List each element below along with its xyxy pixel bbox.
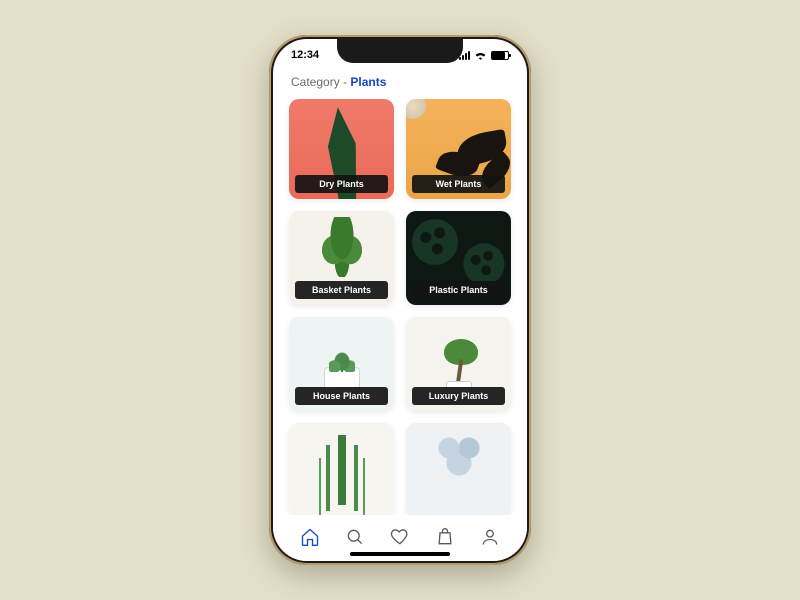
card-wet-plants[interactable]: Wet Plants: [406, 99, 511, 199]
tab-bag[interactable]: [434, 526, 456, 548]
card-house-plants[interactable]: House Plants: [289, 317, 394, 411]
tab-profile[interactable]: [479, 526, 501, 548]
category-grid: Dry Plants Wet Plants Basket Plants Plas…: [289, 99, 511, 515]
card-dry-plants[interactable]: Dry Plants: [289, 99, 394, 199]
tab-favorites[interactable]: [389, 526, 411, 548]
card-label: House Plants: [295, 387, 388, 405]
search-icon: [345, 527, 365, 547]
status-time: 12:34: [291, 49, 319, 61]
category-value: Plants: [350, 75, 386, 89]
heart-icon: [390, 527, 410, 547]
card-label: Dry Plants: [295, 175, 388, 193]
card-label: Basket Plants: [295, 281, 388, 299]
user-icon: [480, 527, 500, 547]
card-plastic-plants[interactable]: Plastic Plants: [406, 211, 511, 305]
battery-icon: [491, 51, 509, 60]
card-label: Luxury Plants: [412, 387, 505, 405]
home-indicator[interactable]: [350, 552, 450, 556]
notch: [337, 39, 463, 63]
card-label: Wet Plants: [412, 175, 505, 193]
phone-frame: 12:34 Category - Plants Dry Plants: [269, 35, 531, 565]
bag-icon: [435, 527, 455, 547]
category-separator: -: [340, 75, 351, 89]
card-label: Plastic Plants: [412, 281, 505, 299]
home-icon: [300, 527, 320, 547]
category-grid-container[interactable]: Dry Plants Wet Plants Basket Plants Plas…: [273, 99, 527, 515]
status-indicators: [459, 50, 509, 60]
card-image: [289, 423, 394, 515]
tab-search[interactable]: [344, 526, 366, 548]
wifi-icon: [474, 50, 487, 60]
tab-home[interactable]: [299, 526, 321, 548]
category-label: Category: [291, 75, 340, 89]
card-basket-plants[interactable]: Basket Plants: [289, 211, 394, 305]
card-luxury-plants[interactable]: Luxury Plants: [406, 317, 511, 411]
screen: 12:34 Category - Plants Dry Plants: [273, 39, 527, 561]
card-image: [406, 423, 511, 515]
category-header: Category - Plants: [273, 71, 527, 99]
card-partial-2[interactable]: [406, 423, 511, 515]
card-partial-1[interactable]: [289, 423, 394, 515]
